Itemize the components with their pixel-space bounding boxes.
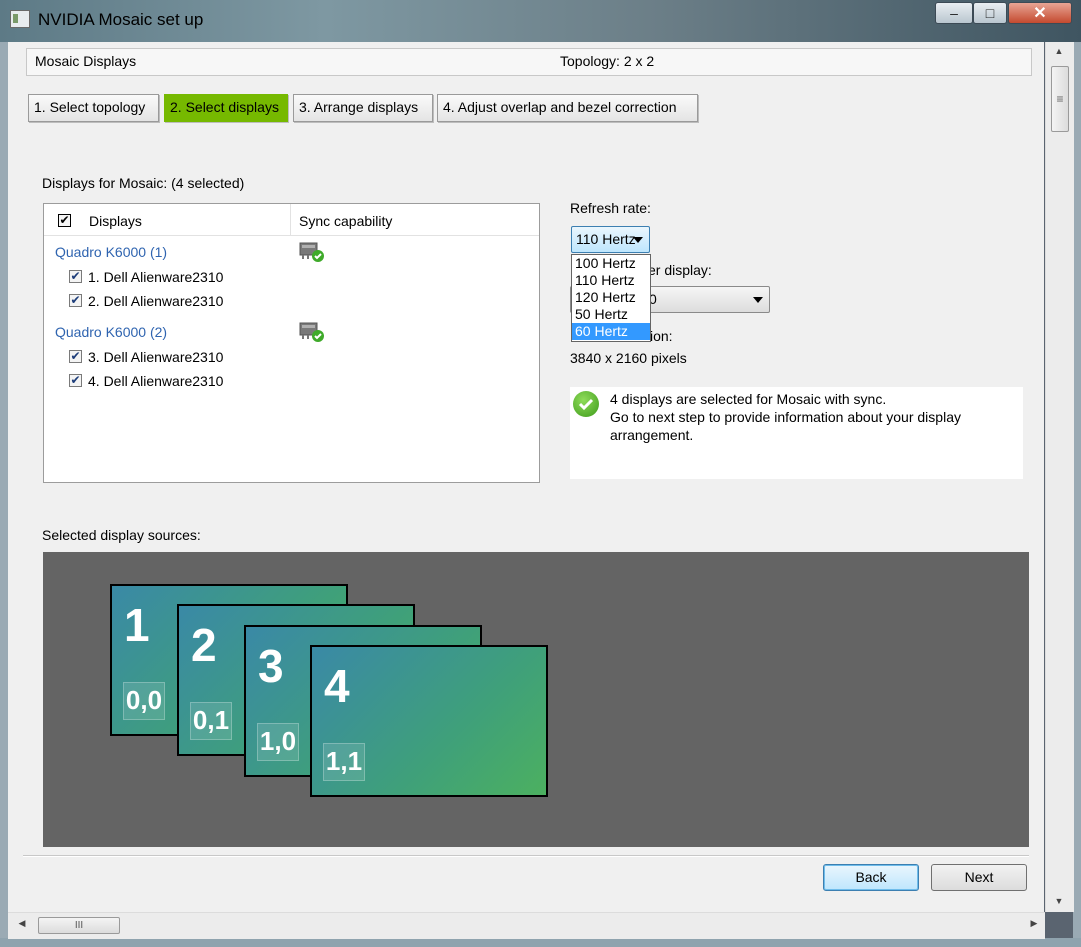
status-line-3: arrangement. (610, 427, 694, 443)
monitor-number: 4 (324, 660, 350, 712)
vertical-scrollbar[interactable] (1045, 42, 1074, 912)
refresh-rate-dropdown: 100 Hertz 110 Hertz 120 Hertz 50 Hertz 6… (571, 254, 651, 342)
success-check-icon (573, 391, 599, 417)
refresh-option-120[interactable]: 120 Hertz (572, 289, 650, 306)
displays-heading: Displays for Mosaic: (4 selected) (42, 175, 245, 191)
window-frame-bottom (0, 938, 1081, 947)
header-bar (26, 48, 1032, 76)
select-all-checkbox[interactable]: ✔ (58, 214, 71, 227)
vertical-scroll-thumb[interactable]: ≡ (1051, 66, 1069, 132)
scroll-up-icon[interactable]: ▲ (1049, 46, 1069, 56)
monitor-tile-4[interactable]: 4 1,1 (310, 645, 548, 797)
monitor-number: 2 (191, 619, 217, 671)
col-header-sync[interactable]: Sync capability (299, 213, 392, 229)
status-line-2: Go to next step to provide information a… (610, 409, 961, 425)
monitor-number: 1 (124, 599, 150, 651)
sync-capable-icon (299, 322, 324, 342)
tab-adjust-overlap[interactable]: 4. Adjust overlap and bezel correction (437, 94, 698, 122)
scroll-left-icon[interactable]: ◀ (14, 918, 30, 929)
horizontal-scrollbar[interactable] (8, 912, 1045, 939)
footer-separator (23, 855, 1029, 857)
master-display-label: er display: (648, 262, 712, 278)
display-4-label[interactable]: 4. Dell Alienware2310 (88, 373, 223, 389)
resolution-value: 3840 x 2160 pixels (570, 350, 687, 366)
refresh-rate-label: Refresh rate: (570, 200, 651, 216)
window-frame-right (1073, 42, 1081, 938)
sources-label: Selected display sources: (42, 527, 201, 543)
window-title: NVIDIA Mosaic set up (38, 10, 204, 29)
display-3-checkbox[interactable]: ✔ (69, 350, 82, 363)
refresh-option-60[interactable]: 60 Hertz (572, 323, 650, 340)
refresh-rate-select[interactable]: 110 Hertz (571, 226, 650, 253)
monitor-coord: 1,0 (257, 723, 299, 761)
column-divider (290, 204, 291, 235)
topology-label: Topology: 2 x 2 (560, 53, 655, 69)
window-frame-left (0, 42, 8, 938)
gpu-2-label[interactable]: Quadro K6000 (2) (55, 324, 167, 340)
col-header-displays[interactable]: Displays (89, 213, 142, 229)
maximize-button[interactable]: □ (973, 2, 1007, 24)
sync-capable-icon (299, 242, 324, 262)
status-line-1: 4 displays are selected for Mosaic with … (610, 391, 887, 407)
monitor-coord: 0,1 (190, 702, 232, 740)
display-2-checkbox[interactable]: ✔ (69, 294, 82, 307)
resolution-label: ion: (650, 328, 673, 344)
list-header-divider (44, 235, 539, 236)
next-button[interactable]: Next (931, 864, 1027, 891)
minimize-button[interactable]: – (935, 2, 973, 24)
display-1-checkbox[interactable]: ✔ (69, 270, 82, 283)
close-button[interactable]: ✕ (1008, 2, 1072, 24)
section-title: Mosaic Displays (35, 53, 137, 69)
back-button[interactable]: Back (823, 864, 919, 891)
refresh-option-110[interactable]: 110 Hertz (572, 272, 650, 289)
display-3-label[interactable]: 3. Dell Alienware2310 (88, 349, 223, 365)
display-1-label[interactable]: 1. Dell Alienware2310 (88, 269, 223, 285)
horizontal-scroll-thumb[interactable]: III (38, 917, 120, 934)
chevron-down-icon (633, 237, 643, 243)
display-2-label[interactable]: 2. Dell Alienware2310 (88, 293, 223, 309)
tab-select-displays[interactable]: 2. Select displays (164, 94, 288, 122)
display-4-checkbox[interactable]: ✔ (69, 374, 82, 387)
app-icon (10, 10, 30, 28)
tab-arrange-displays[interactable]: 3. Arrange displays (293, 94, 433, 122)
refresh-rate-value: 110 Hertz (576, 231, 636, 247)
refresh-option-100[interactable]: 100 Hertz (572, 255, 650, 272)
chevron-down-icon (753, 297, 763, 303)
monitor-number: 3 (258, 640, 284, 692)
scroll-right-icon[interactable]: ▶ (1026, 918, 1042, 929)
scroll-grip-icon: ≡ (1056, 92, 1064, 106)
refresh-option-50[interactable]: 50 Hertz (572, 306, 650, 323)
gpu-1-label[interactable]: Quadro K6000 (1) (55, 244, 167, 260)
tab-select-topology[interactable]: 1. Select topology (28, 94, 159, 122)
monitor-coord: 0,0 (123, 682, 165, 720)
scroll-down-icon[interactable]: ▼ (1049, 896, 1069, 906)
monitor-coord: 1,1 (323, 743, 365, 781)
